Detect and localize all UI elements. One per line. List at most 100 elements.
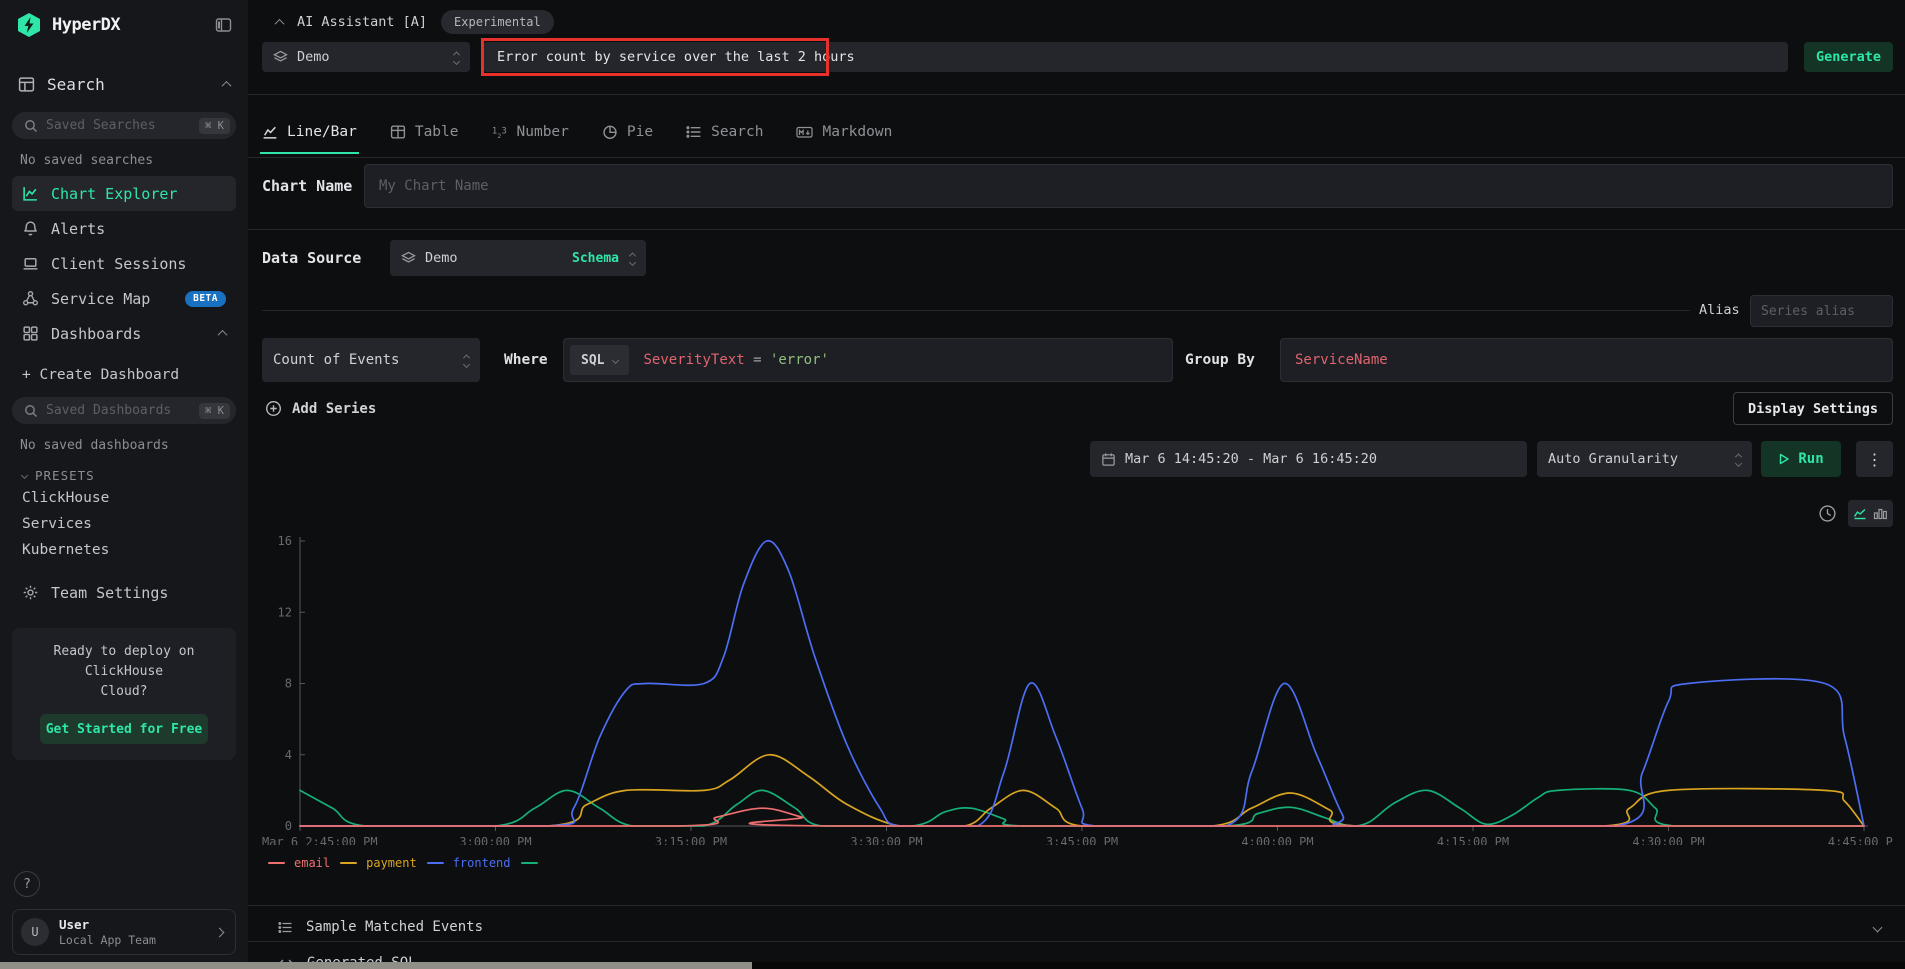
chevron-down-icon bbox=[21, 471, 28, 478]
create-dashboard-button[interactable]: + Create Dashboard bbox=[12, 363, 236, 387]
legend-dash bbox=[427, 862, 444, 865]
hyperdx-logo-icon bbox=[16, 12, 42, 38]
run-button[interactable]: Run bbox=[1761, 441, 1841, 477]
add-series-button[interactable]: Add Series bbox=[265, 400, 376, 417]
sql-mode-select[interactable]: SQL bbox=[570, 345, 629, 375]
where-label: Where bbox=[504, 338, 548, 382]
svg-text:4:00:00 PM: 4:00:00 PM bbox=[1241, 835, 1313, 845]
tab-number[interactable]: 123 Number bbox=[491, 118, 570, 153]
date-range-input[interactable]: Mar 6 14:45:20 - Mar 6 16:45:20 bbox=[1090, 441, 1527, 477]
sidebar-section-search[interactable]: Search bbox=[12, 72, 236, 96]
bar-style-button[interactable] bbox=[1873, 506, 1888, 521]
granularity-select[interactable]: Auto Granularity bbox=[1537, 441, 1752, 477]
user-team: Local App Team bbox=[59, 933, 206, 947]
add-icon bbox=[265, 400, 282, 417]
get-started-button[interactable]: Get Started for Free bbox=[40, 714, 208, 744]
generate-button[interactable]: Generate bbox=[1804, 42, 1893, 72]
svg-text:Mar 6 2:45:00 PM: Mar 6 2:45:00 PM bbox=[262, 835, 378, 845]
more-options-button[interactable]: ⋮ bbox=[1856, 441, 1893, 477]
search-section-label: Search bbox=[47, 75, 211, 94]
sidebar: HyperDX Search Saved Searches ⌘ K No sav… bbox=[0, 0, 248, 969]
markdown-icon bbox=[796, 124, 813, 140]
sidebar-item-team-settings[interactable]: Team Settings bbox=[12, 575, 236, 610]
table-icon bbox=[390, 124, 406, 140]
legend-label: payment bbox=[366, 856, 417, 870]
tab-search[interactable]: Search bbox=[685, 118, 764, 153]
ai-source-select[interactable]: Demo bbox=[262, 42, 470, 72]
sample-matched-events-panel[interactable]: Sample Matched Events bbox=[248, 912, 1905, 942]
nav-label: Client Sessions bbox=[51, 255, 186, 273]
group-by-input[interactable]: ServiceName bbox=[1280, 338, 1893, 382]
sidebar-item-alerts[interactable]: Alerts bbox=[12, 211, 236, 246]
sidebar-item-chart-explorer[interactable]: Chart Explorer bbox=[12, 176, 236, 211]
legend-item-email[interactable]: email bbox=[268, 856, 330, 870]
where-filter-input[interactable]: SQL SeverityText = 'error' bbox=[563, 338, 1173, 382]
svg-text:8: 8 bbox=[285, 677, 292, 691]
nav-label: Service Map bbox=[51, 290, 150, 308]
select-chevrons-icon bbox=[464, 354, 469, 367]
display-settings-button[interactable]: Display Settings bbox=[1733, 392, 1893, 425]
avatar: U bbox=[21, 918, 49, 946]
saved-searches-input[interactable]: Saved Searches ⌘ K bbox=[12, 112, 236, 139]
horizontal-scrollbar bbox=[0, 962, 1905, 969]
layers-icon bbox=[401, 251, 416, 266]
chevron-up-icon[interactable] bbox=[222, 80, 232, 90]
nav-label: Dashboards bbox=[51, 325, 141, 343]
where-expression: SeverityText = 'error' bbox=[643, 352, 828, 368]
legend-item-payment[interactable]: payment bbox=[340, 856, 417, 870]
app-root: HyperDX Search Saved Searches ⌘ K No sav… bbox=[0, 0, 1905, 969]
schema-link[interactable]: Schema bbox=[572, 251, 619, 266]
help-button[interactable]: ? bbox=[14, 871, 40, 897]
generate-label: Generate bbox=[1816, 49, 1881, 65]
tab-pie[interactable]: Pie bbox=[601, 118, 654, 153]
sidebar-item-service-map[interactable]: Service Map BETA bbox=[12, 281, 236, 316]
where-value: 'error' bbox=[770, 352, 829, 368]
svg-text:4:30:00 PM: 4:30:00 PM bbox=[1632, 835, 1704, 845]
line-style-button[interactable] bbox=[1853, 506, 1868, 521]
time-format-button[interactable] bbox=[1818, 504, 1837, 523]
horizontal-scrollbar-thumb[interactable] bbox=[0, 962, 752, 969]
svg-text:3: 3 bbox=[501, 127, 506, 137]
ai-assistant-header[interactable]: AI Assistant [A] Experimental bbox=[276, 10, 554, 34]
user-menu[interactable]: U User Local App Team bbox=[12, 909, 236, 955]
divider bbox=[248, 905, 1905, 906]
preset-item-clickhouse[interactable]: ClickHouse bbox=[12, 485, 236, 511]
tab-markdown[interactable]: Markdown bbox=[795, 118, 893, 153]
preset-item-services[interactable]: Services bbox=[12, 511, 236, 537]
nav-label: Alerts bbox=[51, 220, 105, 238]
sample-events-label: Sample Matched Events bbox=[306, 919, 483, 935]
preset-label: Services bbox=[22, 516, 92, 532]
series-divider bbox=[262, 310, 1690, 311]
dashboards-icon bbox=[22, 325, 39, 342]
tab-label: Pie bbox=[627, 124, 653, 140]
kebab-icon: ⋮ bbox=[1867, 450, 1883, 469]
saved-dashboards-input[interactable]: Saved Dashboards ⌘ K bbox=[12, 397, 236, 424]
legend-item-frontend[interactable]: frontend bbox=[427, 856, 511, 870]
tab-line-bar[interactable]: Line/Bar bbox=[261, 118, 358, 153]
select-chevrons-icon bbox=[454, 51, 459, 64]
svg-text:4: 4 bbox=[285, 748, 292, 762]
legend-item-unnamed[interactable] bbox=[521, 862, 547, 865]
data-source-select[interactable]: Demo Schema bbox=[390, 240, 646, 276]
svg-text:4:45:00 PM: 4:45:00 PM bbox=[1828, 835, 1893, 845]
alias-input[interactable] bbox=[1750, 295, 1893, 327]
sidebar-bottom: ? U User Local App Team bbox=[12, 871, 236, 969]
divider bbox=[248, 229, 1905, 230]
chart-name-field-wrapper bbox=[364, 164, 1893, 208]
chevron-up-icon bbox=[218, 330, 228, 340]
no-saved-searches-text: No saved searches bbox=[12, 153, 236, 168]
presets-toggle[interactable]: PRESETS bbox=[12, 465, 236, 485]
sidebar-item-dashboards[interactable]: Dashboards bbox=[12, 316, 236, 351]
sidebar-item-client-sessions[interactable]: Client Sessions bbox=[12, 246, 236, 281]
svg-text:3:30:00 PM: 3:30:00 PM bbox=[850, 835, 922, 845]
tab-label: Line/Bar bbox=[287, 124, 357, 140]
preset-item-kubernetes[interactable]: Kubernetes bbox=[12, 537, 236, 563]
chart-name-input[interactable] bbox=[364, 164, 1893, 208]
aggregation-select[interactable]: Count of Events bbox=[262, 338, 480, 382]
chevron-down-icon bbox=[1873, 922, 1883, 932]
laptop-icon bbox=[22, 255, 39, 272]
collapse-sidebar-icon[interactable] bbox=[215, 17, 232, 33]
tab-table[interactable]: Table bbox=[389, 118, 460, 153]
ai-prompt-input[interactable] bbox=[483, 42, 1788, 72]
data-source-label: Data Source bbox=[262, 240, 361, 276]
